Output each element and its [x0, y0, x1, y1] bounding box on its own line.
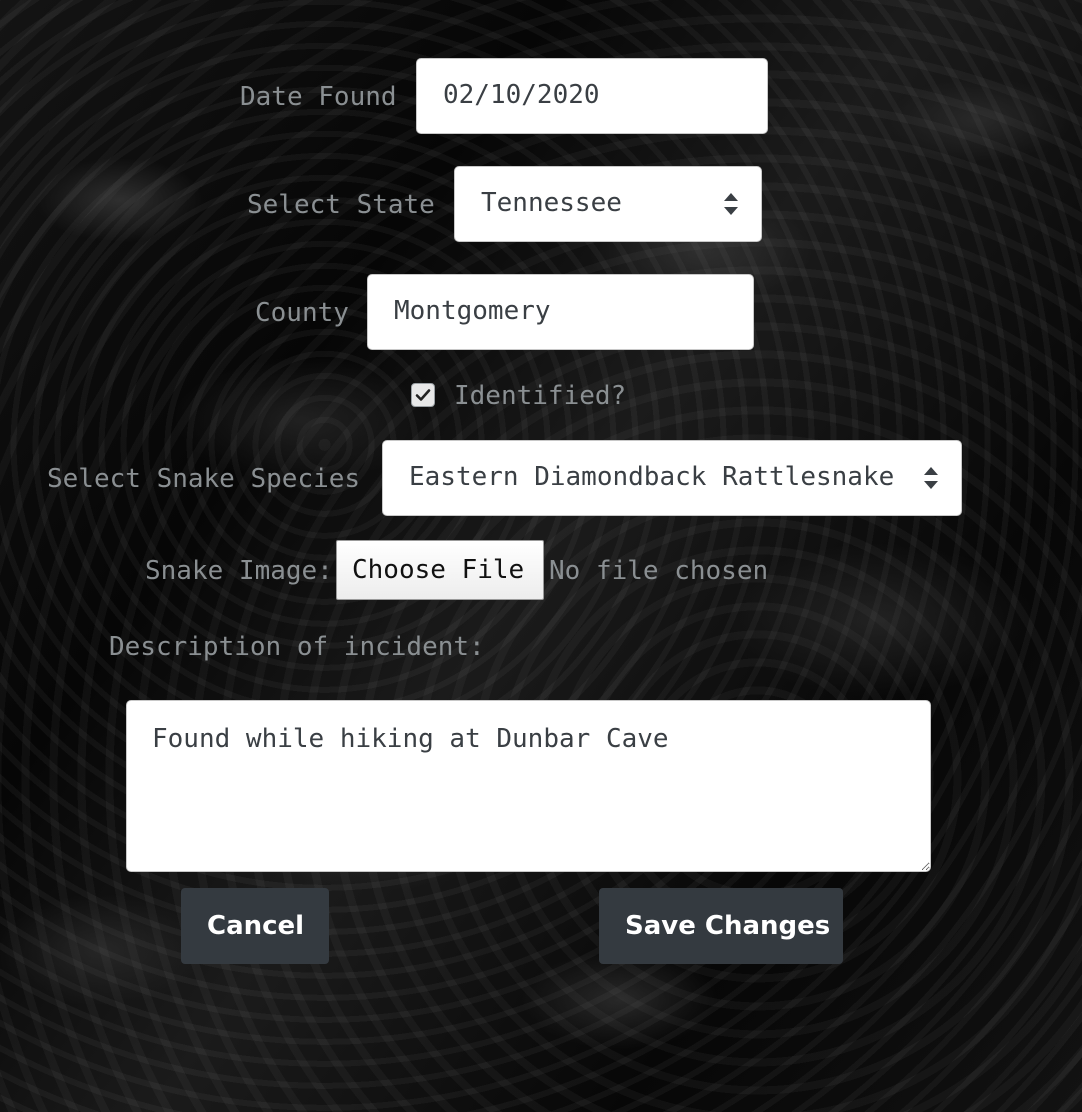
select-arrows-icon: [924, 467, 938, 489]
cancel-button[interactable]: Cancel: [181, 888, 329, 964]
date-found-value: 02/10/2020: [443, 80, 600, 110]
identified-label: Identified?: [454, 381, 627, 411]
county-value: Montgomery: [394, 296, 551, 326]
state-selected-value: Tennessee: [481, 188, 622, 218]
checkmark-icon: [415, 389, 431, 401]
species-select[interactable]: Eastern Diamondback Rattlesnake: [382, 440, 962, 516]
choose-file-button[interactable]: Choose File: [336, 540, 544, 600]
snake-image-label: Snake Image:: [145, 556, 333, 586]
species-selected-value: Eastern Diamondback Rattlesnake: [409, 462, 895, 492]
description-label: Description of incident:: [109, 632, 485, 662]
save-changes-button[interactable]: Save Changes: [599, 888, 843, 964]
species-label: Select Snake Species: [47, 464, 361, 494]
identified-checkbox[interactable]: [411, 383, 435, 407]
date-found-label: Date Found: [240, 82, 397, 112]
state-select[interactable]: Tennessee: [454, 166, 762, 242]
select-arrows-icon: [724, 193, 738, 215]
county-label: County: [255, 298, 349, 328]
date-found-input[interactable]: 02/10/2020: [416, 58, 768, 134]
state-label: Select State: [247, 190, 435, 220]
county-input[interactable]: Montgomery: [367, 274, 754, 350]
file-status: No file chosen: [549, 556, 769, 586]
description-textarea[interactable]: [126, 700, 931, 872]
